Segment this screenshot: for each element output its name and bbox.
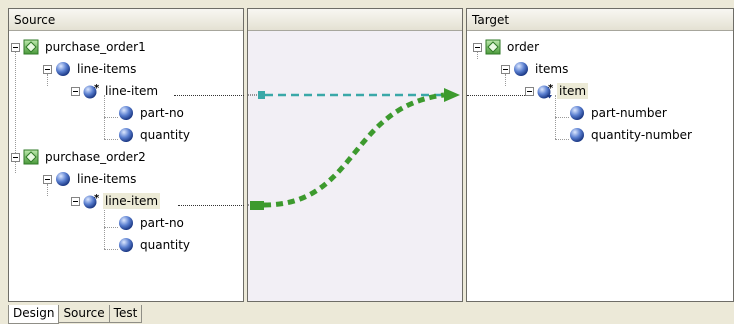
node-label: line-items [77,172,137,186]
mapping-canvas[interactable] [247,8,463,302]
node-label: items [535,62,569,76]
source-pane-title: Source [9,9,243,31]
tab-test[interactable]: Test [108,305,143,323]
element-icon [119,106,133,120]
mapping-canvas-header [248,9,462,31]
collapse-toggle[interactable] [525,86,534,96]
target-schema-pane: Target order items * item part-number qu… [466,8,734,302]
source-tree-node-line-items-1[interactable]: line-items [43,59,138,79]
collapse-toggle[interactable] [43,174,52,184]
node-label: part-number [591,106,667,120]
source-tree-node-line-item-2[interactable]: * line-item [71,191,161,211]
target-tree-node-items[interactable]: items [501,59,570,79]
target-tree-node-quantity-number[interactable]: quantity-number [569,125,694,145]
collapse-toggle[interactable] [473,42,482,52]
target-tree-node-order[interactable]: order [473,37,541,57]
element-icon [56,62,70,76]
tab-design[interactable]: Design [8,305,60,324]
node-label: quantity [140,128,191,142]
mapping-line-2[interactable] [263,92,445,208]
element-icon [570,106,584,120]
target-tree-node-item[interactable]: * item [525,81,589,101]
source-tree-node-line-items-2[interactable]: line-items [43,169,138,189]
mapping-lines-canvas [248,88,460,210]
source-tree-node-line-item-1[interactable]: * line-item [71,81,160,101]
svg-text:*: * [94,193,99,204]
source-tree-node-quantity-2[interactable]: quantity [118,235,192,255]
node-label: item [557,83,589,99]
source-tree-node-purchase-order1[interactable]: purchase_order1 [11,37,148,57]
node-label: line-items [77,62,137,76]
schema-root-icon [23,149,39,165]
node-label: purchase_order1 [45,40,146,54]
collapse-toggle[interactable] [43,64,52,74]
source-tree-node-purchase-order2[interactable]: purchase_order2 [11,147,148,167]
collapse-toggle[interactable] [11,152,20,162]
svg-text:*: * [94,83,99,94]
collapse-toggle[interactable] [11,42,20,52]
node-label: line-item [105,84,159,98]
node-label: quantity-number [591,128,692,142]
svg-text:*: * [548,83,553,94]
element-icon [56,172,70,186]
source-schema-pane: Source purchase_order1 line-items * line… [8,8,244,302]
element-icon [119,216,133,230]
node-label: part-no [140,106,184,120]
target-pane-title: Target [467,9,733,31]
tab-source[interactable]: Source [58,305,110,323]
node-label: purchase_order2 [45,150,146,164]
schema-root-icon [23,39,39,55]
element-icon [514,62,528,76]
collapse-toggle[interactable] [501,64,510,74]
target-tree-node-part-number[interactable]: part-number [569,103,669,123]
node-label: part-no [140,216,184,230]
source-tree-node-part-no-2[interactable]: part-no [118,213,186,233]
mapping-handle-line-item-1[interactable] [258,91,265,99]
element-icon [119,128,133,142]
repeating-element-icon: * [537,83,553,99]
node-label: order [507,40,539,54]
node-label: line-item [103,193,161,209]
element-icon [119,238,133,252]
element-icon [570,128,584,142]
collapse-toggle[interactable] [71,86,80,96]
source-tree-node-part-no-1[interactable]: part-no [118,103,186,123]
node-label: quantity [140,238,191,252]
mapping-handle-line-item-2[interactable] [250,201,264,210]
repeating-element-icon: * [83,83,99,99]
repeating-element-icon: * [83,193,99,209]
source-tree-node-quantity-1[interactable]: quantity [118,125,192,145]
view-tabs: Design Source Test [8,305,143,324]
schema-root-icon [485,39,501,55]
mapping-arrowhead [444,88,460,102]
collapse-toggle[interactable] [71,196,80,206]
